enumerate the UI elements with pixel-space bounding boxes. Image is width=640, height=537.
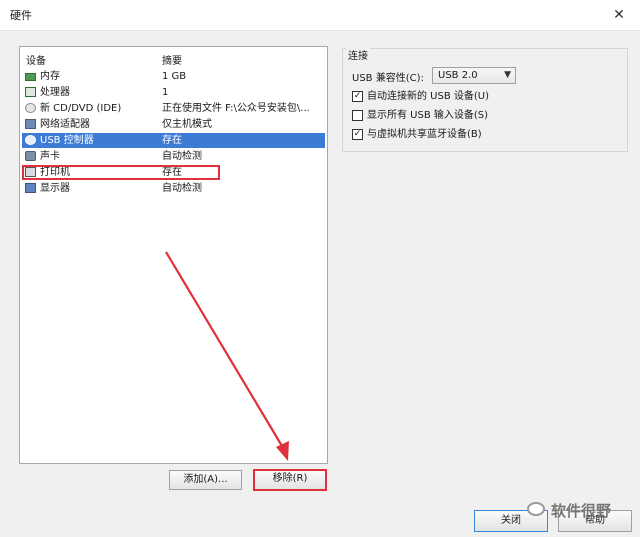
processor-icon xyxy=(25,87,36,97)
window-title: 硬件 xyxy=(10,9,32,22)
auto-connect-checkbox[interactable]: ✓ xyxy=(352,91,363,102)
display-icon xyxy=(25,183,36,193)
device-row-usb-controller[interactable]: USB 控制器 存在 xyxy=(22,133,325,148)
device-name: 显示器 xyxy=(40,183,70,194)
cd-dvd-icon xyxy=(25,103,36,113)
usb-compat-label: USB 兼容性(C): xyxy=(352,73,424,84)
sound-card-icon xyxy=(25,151,36,161)
share-bluetooth-label: 与虚拟机共享蓝牙设备(B) xyxy=(367,129,482,140)
device-row-sound-card[interactable]: 声卡 自动检测 xyxy=(22,149,325,164)
watermark: 软件很野 xyxy=(527,498,627,522)
chevron-down-icon: ▼ xyxy=(504,70,511,80)
device-summary: 存在 xyxy=(162,135,182,146)
device-summary: 1 GB xyxy=(162,71,187,82)
device-name: 声卡 xyxy=(40,151,60,162)
device-name: USB 控制器 xyxy=(40,135,94,146)
device-summary: 正在使用文件 F:\公众号安装包\... xyxy=(162,103,310,114)
memory-icon xyxy=(25,73,36,81)
network-adapter-icon xyxy=(25,119,36,129)
connection-group-title: 连接 xyxy=(346,47,370,62)
share-bluetooth-checkbox[interactable]: ✓ xyxy=(352,129,363,140)
device-summary: 1 xyxy=(162,87,169,98)
remove-button[interactable]: 移除(R) xyxy=(253,469,327,491)
close-icon[interactable]: ✕ xyxy=(602,0,636,30)
device-summary: 自动检测 xyxy=(162,183,202,194)
device-name: 新 CD/DVD (IDE) xyxy=(40,103,122,114)
usb-controller-annotation-box xyxy=(22,165,220,180)
watermark-text: 软件很野 xyxy=(551,502,612,520)
add-button[interactable]: 添加(A)... xyxy=(169,470,242,490)
summary-column-header[interactable]: 摘要 xyxy=(162,52,182,67)
device-summary: 自动检测 xyxy=(162,151,202,162)
device-name: 网络适配器 xyxy=(40,119,90,130)
device-row-display[interactable]: 显示器 自动检测 xyxy=(22,181,325,196)
auto-connect-label: 自动连接新的 USB 设备(U) xyxy=(367,91,490,102)
show-all-label: 显示所有 USB 输入设备(S) xyxy=(367,110,489,121)
device-summary: 仅主机模式 xyxy=(162,119,212,130)
device-row-processor[interactable]: 处理器 1 xyxy=(22,85,325,100)
device-column-header[interactable]: 设备 xyxy=(26,52,46,67)
device-name: 处理器 xyxy=(40,87,70,98)
device-list[interactable]: 设备 摘要 内存 1 GB 处理器 1 新 CD/DVD (IDE) 正在使用文… xyxy=(19,46,328,464)
usb-compat-value: USB 2.0 xyxy=(438,70,478,81)
usb-icon xyxy=(25,135,36,145)
title-bar: 硬件 ✕ xyxy=(0,0,640,30)
dialog-body: 设备 摘要 内存 1 GB 处理器 1 新 CD/DVD (IDE) 正在使用文… xyxy=(0,30,640,537)
device-row-network-adapter[interactable]: 网络适配器 仅主机模式 xyxy=(22,117,325,132)
device-name: 内存 xyxy=(40,71,60,82)
show-all-checkbox[interactable] xyxy=(352,110,363,121)
device-row-memory[interactable]: 内存 1 GB xyxy=(22,69,325,84)
device-list-header: 设备 摘要 xyxy=(20,47,327,67)
device-row-cd-dvd[interactable]: 新 CD/DVD (IDE) 正在使用文件 F:\公众号安装包\... xyxy=(22,101,325,116)
usb-compat-select[interactable]: USB 2.0 ▼ xyxy=(432,67,516,84)
wechat-icon xyxy=(527,502,545,516)
